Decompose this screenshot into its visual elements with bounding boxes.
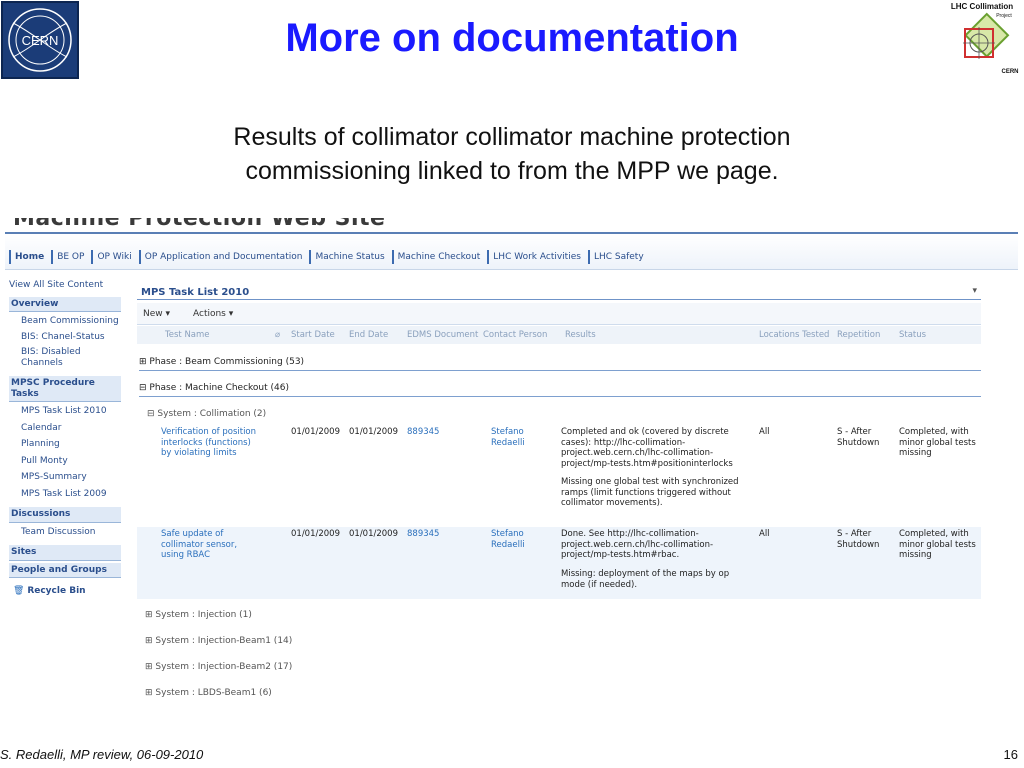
nav-op-application[interactable]: OP Application and Documentation (138, 250, 307, 264)
discussions-heading[interactable]: Discussions (9, 507, 121, 523)
group-beam-commissioning[interactable]: ⊞ Phase : Beam Commissioning (53) (139, 357, 304, 367)
group-system-injection-beam1[interactable]: ⊞ System : Injection-Beam1 (14) (145, 636, 292, 646)
top-navigation: Home BE OP OP Wiki OP Application and Do… (5, 232, 1018, 270)
table-row: Safe update of collimator sensor, using … (137, 527, 981, 599)
recycle-bin-icon: 🗑 (13, 586, 25, 596)
nav-mps-summary[interactable]: MPS-Summary (9, 472, 121, 483)
nav-be-op[interactable]: BE OP (51, 250, 88, 264)
chevron-down-icon[interactable]: ▾ (972, 286, 977, 296)
group-divider (139, 370, 981, 371)
group-divider (139, 396, 981, 397)
results-text-2: Missing one global test with synchronize… (561, 477, 739, 508)
results-text-1: Completed and ok (covered by discrete ca… (561, 427, 733, 469)
nav-machine-status[interactable]: Machine Status (309, 250, 388, 264)
nav-calendar[interactable]: Calendar (9, 423, 121, 434)
slide-subtitle: Results of collimator collimator machine… (233, 123, 791, 185)
col-start-date[interactable]: Start Date (291, 330, 335, 340)
people-groups-heading[interactable]: People and Groups (9, 562, 121, 578)
col-end-date[interactable]: End Date (349, 330, 388, 340)
view-all-site-content-link[interactable]: View All Site Content (9, 280, 121, 291)
new-button[interactable]: New ▾ (143, 309, 170, 319)
slide-title: More on documentation (285, 16, 739, 60)
column-headers: Test Name ⌀ Start Date End Date EDMS Doc… (137, 326, 981, 344)
table-row: Verification of position interlocks (fun… (137, 425, 981, 517)
lhc-logo-line-3: CERN (1001, 69, 1018, 75)
nav-home[interactable]: Home (9, 250, 48, 264)
site-banner-text: Machine Protection Web Site (13, 218, 386, 231)
nav-lhc-work-activities[interactable]: LHC Work Activities (487, 250, 585, 264)
list-header: MPS Task List 2010 ▾ (137, 280, 981, 300)
recycle-bin-link[interactable]: 🗑 Recycle Bin (9, 586, 121, 597)
col-results[interactable]: Results (565, 330, 596, 340)
status: Completed, with minor global tests missi… (899, 427, 976, 458)
nav-planning[interactable]: Planning (9, 439, 121, 450)
lhc-collimation-logo: LHC Collimation Project CERN (942, 1, 1022, 77)
nav-beam-commissioning[interactable]: Beam Commissioning (9, 316, 121, 327)
end-date: 01/01/2009 (349, 427, 398, 437)
results-text-1: Done. See http://lhc-collimation-project… (561, 529, 714, 560)
sites-heading[interactable]: Sites (9, 545, 121, 561)
web-screenshot: Machine Protection Web Site Home BE OP O… (5, 218, 1018, 701)
nav-op-wiki[interactable]: OP Wiki (91, 250, 135, 264)
contact-person[interactable]: Stefano Redaelli (491, 529, 541, 550)
nav-mps-task-list-2010[interactable]: MPS Task List 2010 (9, 406, 121, 417)
lhc-logo-line-1: LHC Collimation (951, 2, 1013, 11)
nav-lhc-safety[interactable]: LHC Safety (587, 250, 648, 264)
nav-mps-task-list-2009[interactable]: MPS Task List 2009 (9, 489, 121, 500)
group-system-injection[interactable]: ⊞ System : Injection (1) (145, 610, 252, 620)
left-navigation: View All Site Content Overview Beam Comm… (9, 280, 121, 597)
group-system-injection-beam2[interactable]: ⊞ System : Injection-Beam2 (17) (145, 662, 292, 672)
col-test-name[interactable]: Test Name (165, 330, 210, 340)
contact-person[interactable]: Stefano Redaelli (491, 427, 541, 448)
group-system-collimation[interactable]: ⊟ System : Collimation (2) (147, 409, 266, 419)
col-contact-person[interactable]: Contact Person (483, 330, 547, 340)
group-system-lbds-beam1[interactable]: ⊞ System : LBDS-Beam1 (6) (145, 688, 272, 698)
end-date: 01/01/2009 (349, 529, 398, 539)
recycle-bin-label: Recycle Bin (27, 586, 86, 596)
col-status[interactable]: Status (899, 330, 926, 340)
start-date: 01/01/2009 (291, 427, 340, 437)
page-number: 16 (1003, 747, 1018, 762)
col-locations-tested[interactable]: Locations Tested (759, 330, 829, 340)
locations-tested: All (759, 427, 770, 437)
overview-heading[interactable]: Overview (9, 296, 121, 312)
edms-link[interactable]: 889345 (407, 427, 439, 438)
actions-button[interactable]: Actions ▾ (193, 309, 233, 319)
attachment-icon: ⌀ (275, 330, 281, 340)
status: Completed, with minor global tests missi… (899, 529, 976, 560)
results-text-2: Missing: deployment of the maps by op mo… (561, 569, 730, 590)
site-banner: Machine Protection Web Site (5, 218, 1018, 232)
repetition: S - After Shutdown (837, 427, 880, 448)
test-name[interactable]: Verification of position interlocks (fun… (161, 427, 261, 459)
nav-pull-monty[interactable]: Pull Monty (9, 456, 121, 467)
locations-tested: All (759, 529, 770, 539)
group-machine-checkout[interactable]: ⊟ Phase : Machine Checkout (46) (139, 383, 289, 393)
col-edms-document[interactable]: EDMS Document (407, 330, 478, 340)
edms-link[interactable]: 889345 (407, 529, 439, 540)
col-repetition[interactable]: Repetition (837, 330, 880, 340)
list-title: MPS Task List 2010 (141, 287, 250, 298)
test-name[interactable]: Safe update of collimator sensor, using … (161, 529, 261, 561)
mpsc-procedure-heading[interactable]: MPSC Procedure Tasks (9, 376, 121, 402)
nav-bis-chanel-status[interactable]: BIS: Chanel-Status (9, 332, 121, 343)
lhc-logo-line-2: Project (996, 13, 1012, 19)
list-toolbar: New ▾ Actions ▾ (137, 303, 981, 325)
nav-bis-disabled-channels[interactable]: BIS: Disabled Channels (9, 347, 121, 368)
footer-author: S. Redaelli, MP review, 06-09-2010 (0, 747, 204, 762)
nav-machine-checkout[interactable]: Machine Checkout (391, 250, 485, 264)
nav-team-discussion[interactable]: Team Discussion (9, 527, 121, 538)
start-date: 01/01/2009 (291, 529, 340, 539)
repetition: S - After Shutdown (837, 529, 880, 550)
